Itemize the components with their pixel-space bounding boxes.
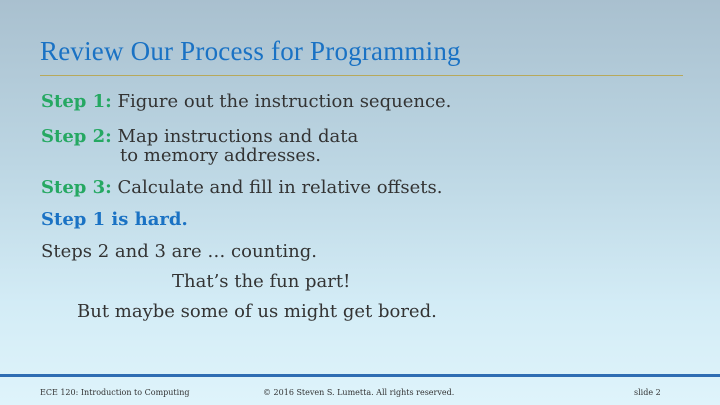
title-divider [40,75,683,76]
step-1-text: Figure out the instruction sequence. [117,91,452,112]
step-3-label: Step 3: [41,177,112,198]
step-3-text: Calculate and fill in relative offsets. [117,177,443,198]
bored-line: But maybe some of us might get bored. [77,301,437,322]
bottom-bar [0,374,720,377]
fun-part-line: That’s the fun part! [172,271,351,292]
counting-line: Steps 2 and 3 are … counting. [41,241,317,262]
step-3-line: Step 3: Calculate and fill in relative o… [41,177,442,198]
step-1-hard-line: Step 1 is hard. [41,209,188,230]
step-1-line: Step 1: Figure out the instruction seque… [41,91,451,112]
footer-slide-number: slide 2 [634,388,661,397]
step-2-label: Step 2: [41,126,112,147]
slide-title: Review Our Process for Programming [40,36,461,66]
step-2-line: Step 2: Map instructions and data to mem… [41,127,358,165]
footer-copyright: © 2016 Steven S. Lumetta. All rights res… [263,388,455,397]
footer-course: ECE 120: Introduction to Computing [40,388,190,397]
step-1-label: Step 1: [41,91,112,112]
step-2-text-line1: Map instructions and data [117,126,359,147]
step-2-text-line2: to memory addresses. [120,145,322,166]
